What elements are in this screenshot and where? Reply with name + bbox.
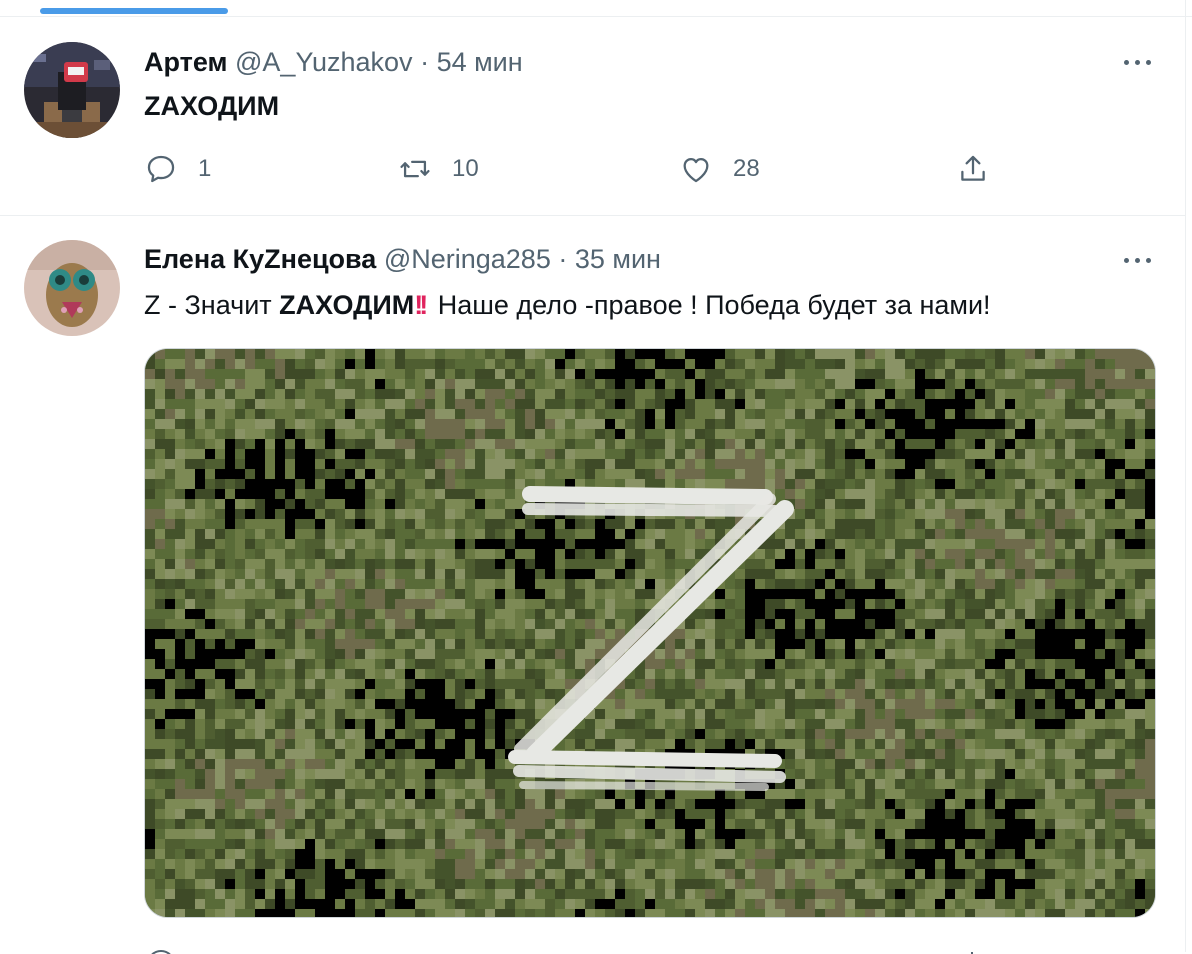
tweet-actions: 1 10 28 [144, 147, 1004, 191]
like-count: 28 [733, 155, 760, 182]
action-icons-cutoff [151, 950, 973, 954]
tweet[interactable]: Елена КуZнецова @Neringa285 · 35 мин Z -… [0, 216, 1186, 954]
tweet[interactable]: Артем @A_Yuzhakov · 54 мин ZАХОДИМ 1 10 [0, 17, 1186, 216]
tweet-media-image[interactable] [144, 348, 1156, 918]
scroll-indicator [40, 8, 228, 14]
timestamp[interactable]: 35 мин [575, 244, 661, 274]
reply-icon [147, 155, 175, 183]
author-name[interactable]: Артем [144, 47, 228, 77]
like-button[interactable]: 28 [679, 147, 760, 191]
author-handle[interactable]: @Neringa285 [384, 244, 551, 274]
author-name[interactable]: Елена КуZнецова [144, 244, 376, 274]
tweet-text: Z - Значит ZАХОДИМ!! Наше дело -правое !… [144, 290, 991, 321]
share-icon [961, 155, 985, 181]
reply-count: 1 [198, 155, 212, 182]
avatar[interactable] [24, 240, 120, 336]
share-button[interactable] [956, 147, 990, 191]
tweet-text-prefix: Z - Значит [144, 290, 280, 320]
retweet-icon [400, 160, 430, 178]
double-exclamation-emoji: !! [414, 290, 428, 320]
tweet-text-suffix: Наше дело -правое ! Победа будет за нами… [430, 290, 991, 320]
tweet-header: Артем @A_Yuzhakov · 54 мин [144, 47, 523, 78]
reply-button[interactable]: 1 [144, 147, 211, 191]
retweet-count: 10 [452, 155, 479, 182]
separator: · [558, 244, 568, 274]
heart-icon [683, 157, 709, 183]
tweet-text: ZАХОДИМ [144, 91, 280, 121]
z-letter-image [508, 486, 794, 791]
tweet-text-bold: ZАХОДИМ [279, 290, 415, 320]
tweet-actions-partial [144, 942, 1004, 954]
retweet-button[interactable]: 10 [398, 147, 479, 191]
more-icon[interactable] [1118, 250, 1158, 270]
timestamp[interactable]: 54 мин [437, 47, 523, 77]
more-icon[interactable] [1118, 52, 1158, 72]
author-handle[interactable]: @A_Yuzhakov [235, 47, 413, 77]
separator: · [420, 47, 430, 77]
avatar[interactable] [24, 42, 120, 138]
tweet-header: Елена КуZнецова @Neringa285 · 35 мин [144, 244, 661, 275]
